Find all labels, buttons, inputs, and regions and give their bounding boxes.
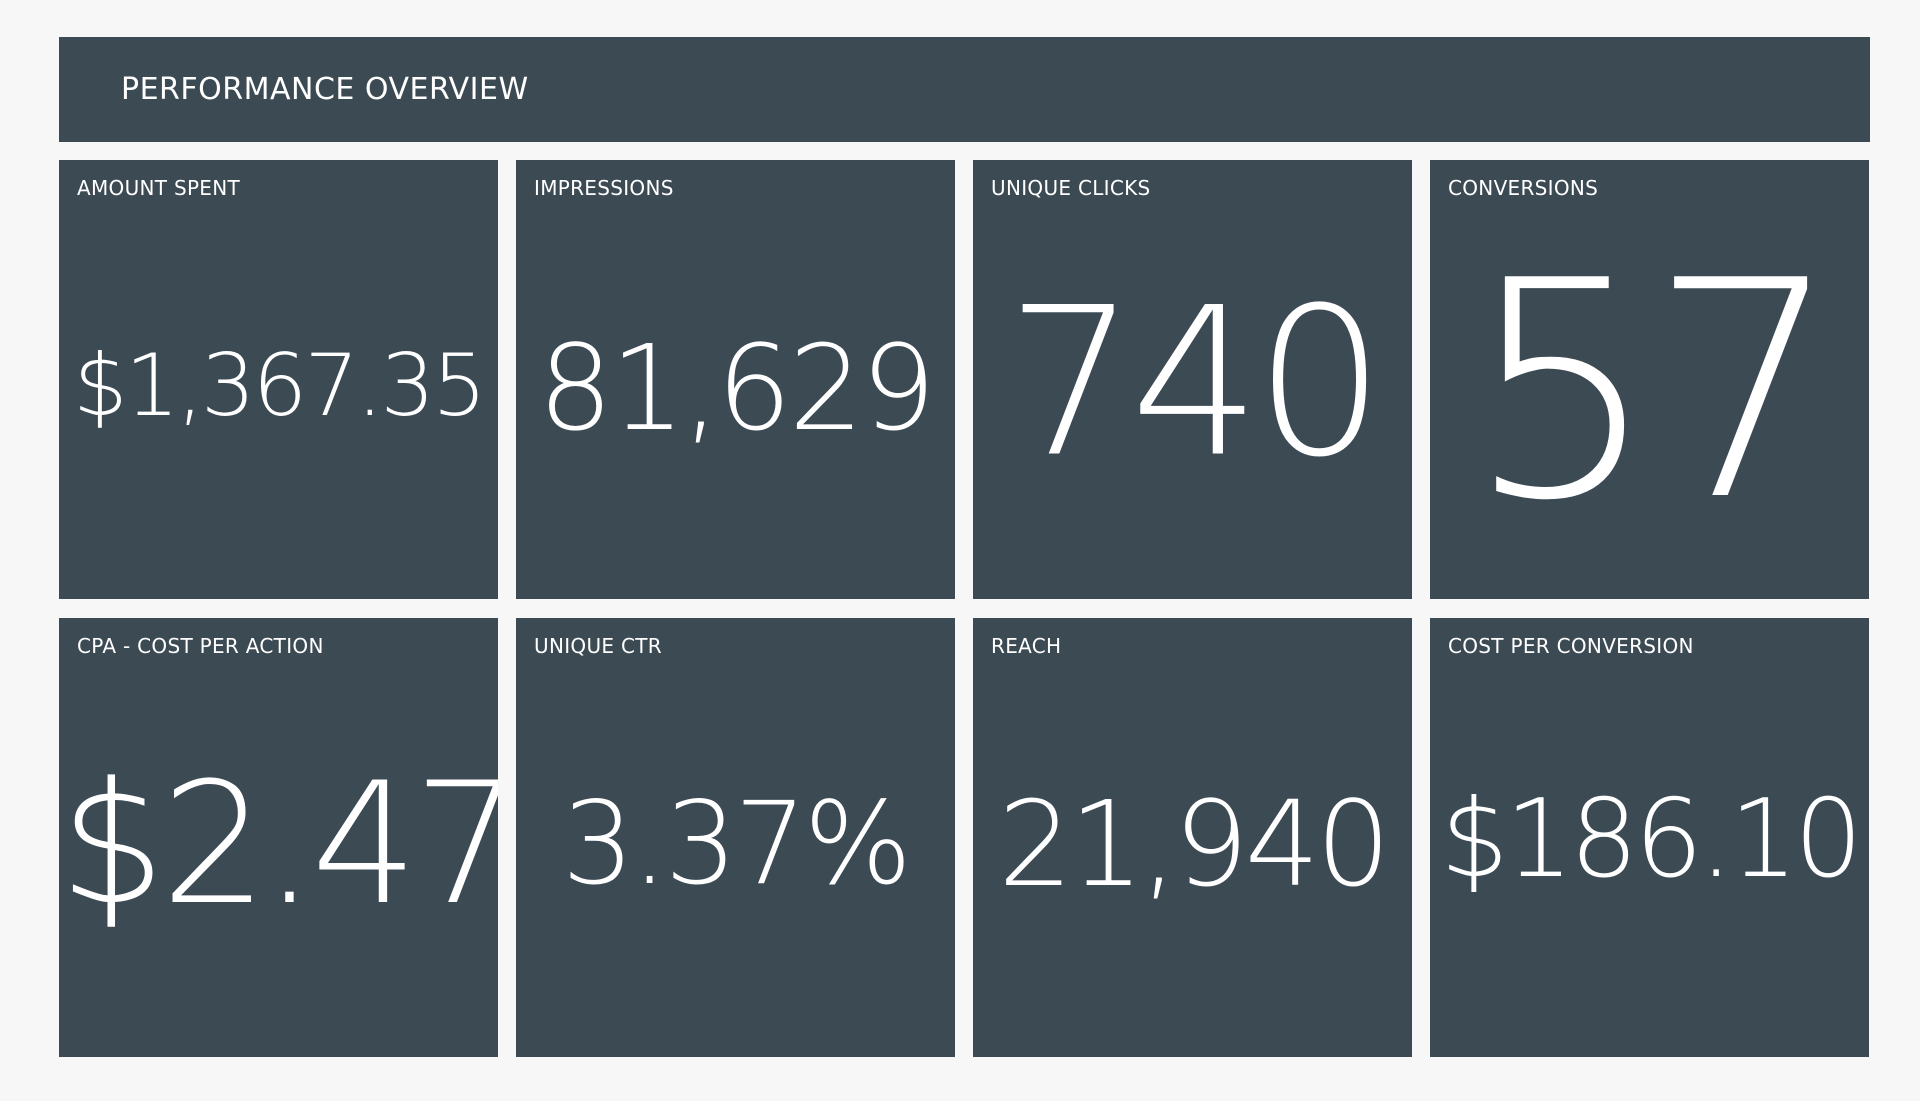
tile-cpa: CPA - COST PER ACTION $2.47 bbox=[59, 618, 498, 1057]
tile-amount-spent: AMOUNT SPENT $1,367.35 bbox=[59, 160, 498, 599]
tile-unique-ctr: UNIQUE CTR 3.37% bbox=[516, 618, 955, 1057]
tile-label: AMOUNT SPENT bbox=[77, 176, 241, 200]
tile-value: 21,940 bbox=[998, 774, 1391, 913]
tile-reach: REACH 21,940 bbox=[973, 618, 1412, 1057]
tile-value: $2.47 bbox=[59, 745, 498, 942]
tile-label: REACH bbox=[991, 634, 1062, 658]
tile-impressions: IMPRESSIONS 81,629 bbox=[516, 160, 955, 599]
tile-label: CPA - COST PER ACTION bbox=[77, 634, 324, 658]
tile-value: 57 bbox=[1466, 216, 1841, 566]
tile-value: 3.37% bbox=[561, 776, 912, 910]
tile-label: COST PER CONVERSION bbox=[1448, 634, 1694, 658]
tile-value: $186.10 bbox=[1440, 776, 1863, 902]
tile-value: 81,629 bbox=[538, 318, 936, 457]
tile-conversions: CONVERSIONS 57 bbox=[1430, 160, 1869, 599]
tile-value: 740 bbox=[1005, 264, 1385, 502]
tile-label: IMPRESSIONS bbox=[534, 176, 674, 200]
tile-unique-clicks: UNIQUE CLICKS 740 bbox=[973, 160, 1412, 599]
tile-value: $1,367.35 bbox=[73, 335, 487, 436]
tile-label: UNIQUE CLICKS bbox=[991, 176, 1151, 200]
tile-cost-per-conversion: COST PER CONVERSION $186.10 bbox=[1430, 618, 1869, 1057]
tile-label: CONVERSIONS bbox=[1448, 176, 1599, 200]
page-title: PERFORMANCE OVERVIEW bbox=[121, 72, 529, 107]
dashboard-header: PERFORMANCE OVERVIEW bbox=[59, 37, 1870, 142]
tile-label: UNIQUE CTR bbox=[534, 634, 662, 658]
